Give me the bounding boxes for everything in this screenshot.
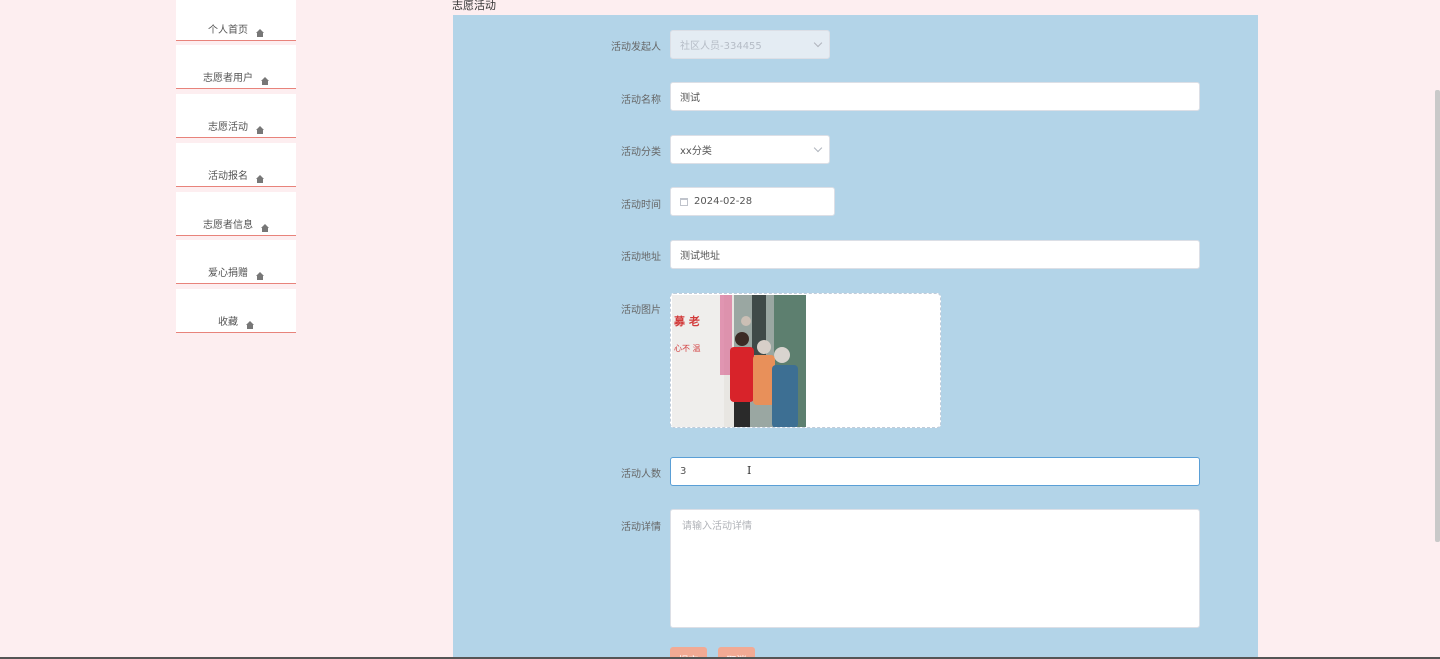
initiator-label: 活动发起人 (611, 42, 661, 53)
detail-textarea[interactable]: 请输入活动详情 (670, 509, 1200, 628)
name-label: 活动名称 (621, 95, 661, 106)
date-picker[interactable]: 2024-02-28 (670, 187, 835, 216)
photo-label: 活动图片 (621, 305, 661, 316)
sidebar-item-volunteer-activities[interactable]: 志愿活动 (176, 94, 296, 138)
svg-text:募 老: 募 老 (673, 314, 700, 328)
category-value: xx分类 (680, 146, 712, 157)
sidebar-item-label: 爱心捐赠 (208, 268, 248, 279)
name-input[interactable]: 测试 (670, 82, 1200, 111)
page-title: 志愿活动 (452, 0, 496, 12)
sidebar-item-label: 收藏 (218, 317, 238, 328)
sidebar-item-label: 志愿活动 (208, 122, 248, 133)
category-label: 活动分类 (621, 147, 661, 158)
detail-placeholder: 请输入活动详情 (682, 521, 752, 532)
sidebar-item-volunteer-users[interactable]: 志愿者用户 (176, 45, 296, 89)
chevron-down-icon (813, 38, 823, 47)
home-icon (256, 175, 264, 183)
initiator-value: 社区人员-334455 (680, 41, 762, 52)
name-value: 测试 (680, 93, 700, 104)
sidebar-item-label: 志愿者用户 (203, 73, 253, 84)
text-cursor-icon: I (747, 464, 752, 477)
address-value: 测试地址 (680, 251, 720, 262)
chevron-down-icon (813, 143, 823, 152)
home-icon (246, 321, 254, 329)
photo-uploader[interactable]: 募 老 心不 温 (670, 293, 941, 428)
detail-label: 活动详情 (621, 522, 661, 533)
home-icon (256, 272, 264, 280)
address-input[interactable]: 测试地址 (670, 240, 1200, 269)
sidebar-item-label: 活动报名 (208, 171, 248, 182)
time-label: 活动时间 (621, 200, 661, 211)
sidebar-item-label: 志愿者信息 (203, 220, 253, 231)
category-select[interactable]: xx分类 (670, 135, 830, 164)
sidebar-item-volunteer-info[interactable]: 志愿者信息 (176, 192, 296, 236)
home-icon (261, 77, 269, 85)
home-icon (256, 126, 264, 134)
calendar-icon (680, 197, 688, 206)
sidebar-item-home[interactable]: 个人首页 (176, 0, 296, 41)
home-icon (261, 224, 269, 232)
sidebar-item-label: 个人首页 (208, 25, 248, 36)
sidebar-item-donations[interactable]: 爱心捐赠 (176, 240, 296, 284)
sidebar-item-activity-signup[interactable]: 活动报名 (176, 143, 296, 187)
address-label: 活动地址 (621, 252, 661, 263)
activity-photo: 募 老 心不 温 (672, 295, 806, 427)
initiator-select: 社区人员-334455 (670, 30, 830, 59)
svg-text:心不 温: 心不 温 (674, 344, 701, 353)
count-label: 活动人数 (621, 469, 661, 480)
count-value: 3 (680, 466, 687, 477)
time-value: 2024-02-28 (694, 196, 753, 207)
page-scrollbar[interactable] (1435, 90, 1440, 542)
home-icon (256, 29, 264, 37)
sidebar-item-favorites[interactable]: 收藏 (176, 289, 296, 333)
